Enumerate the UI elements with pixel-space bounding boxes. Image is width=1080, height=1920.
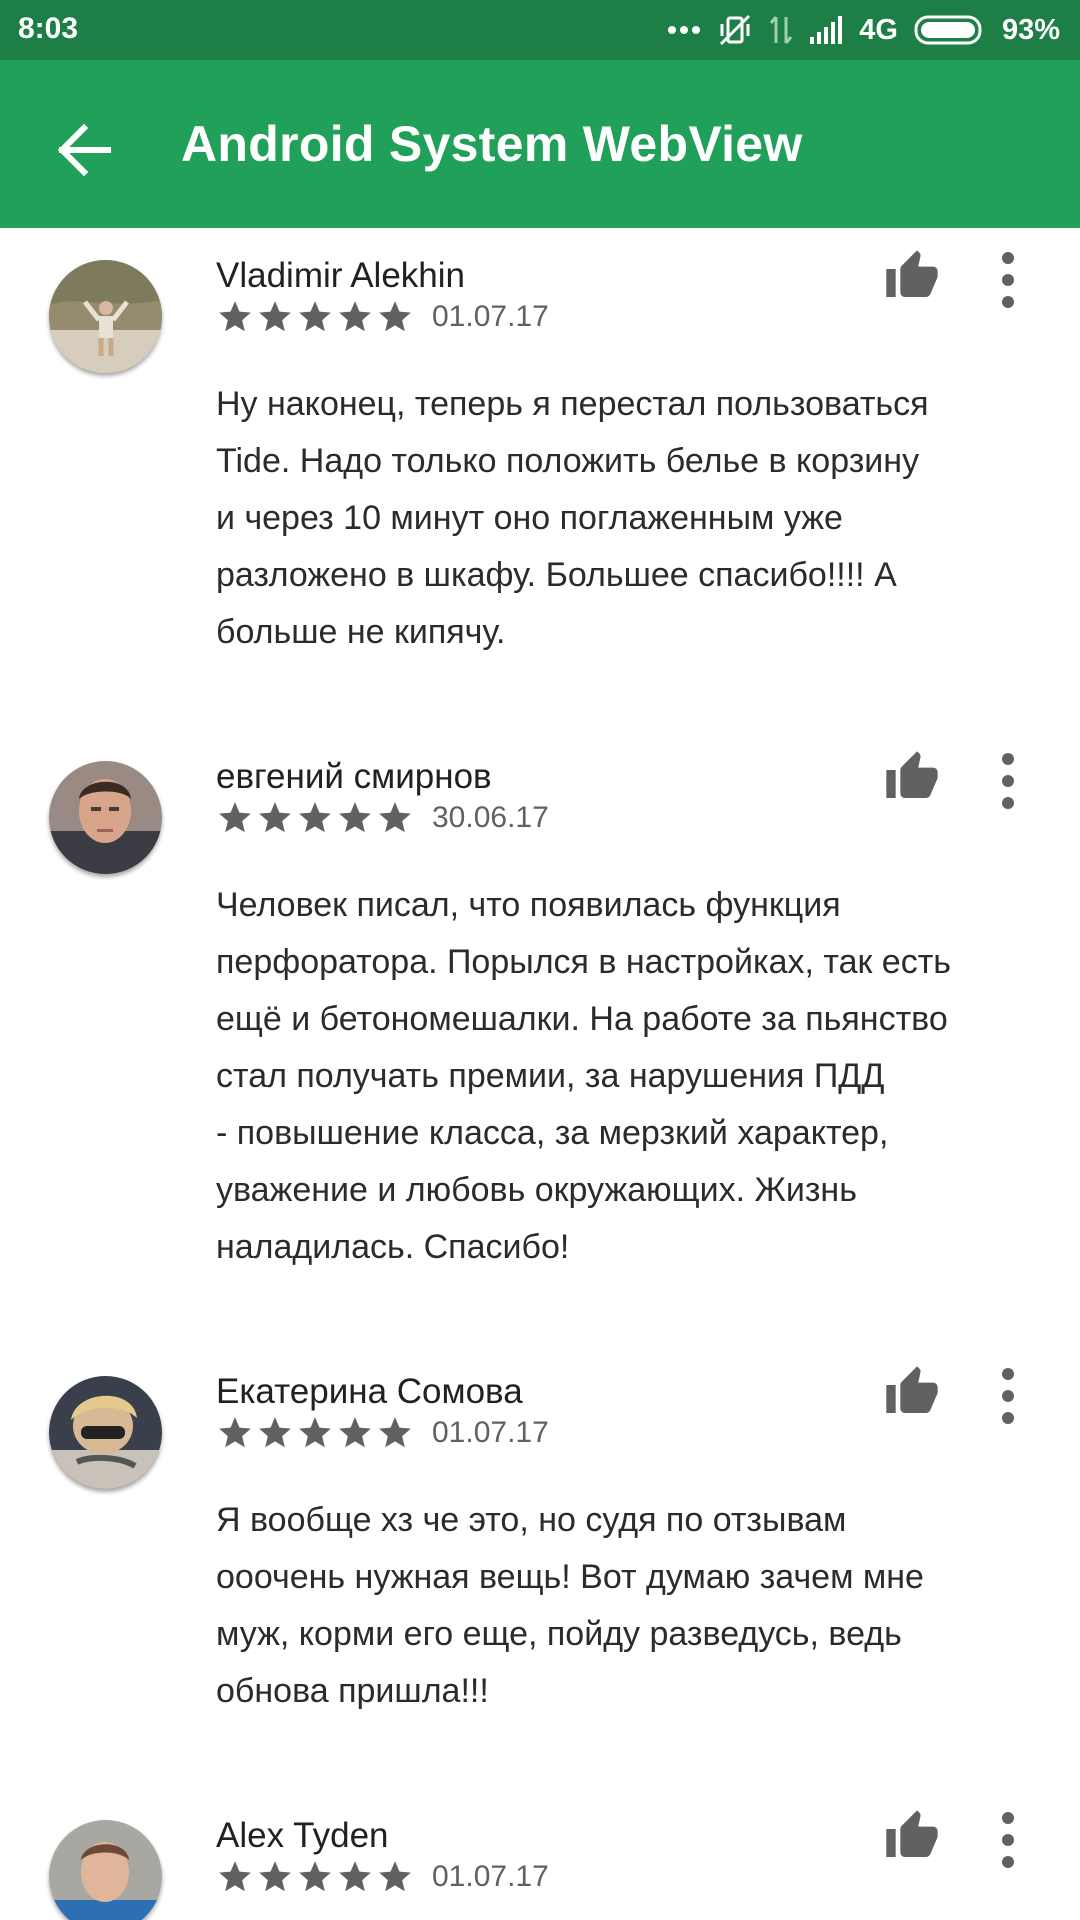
star-icon — [219, 802, 251, 833]
star-icon — [259, 1417, 291, 1448]
more-vert-icon — [1002, 252, 1014, 308]
star-icon — [379, 1417, 411, 1448]
reviewer-name: евгений смирнов — [216, 757, 492, 796]
star-icon — [379, 1861, 411, 1892]
star-icon — [339, 802, 371, 833]
helpful-button[interactable] — [884, 749, 940, 805]
battery-icon — [914, 15, 982, 45]
star-icon — [299, 301, 331, 332]
reviews-list: Vladimir Alekhin 01.07.17 Ну наконец, те… — [0, 228, 1080, 1920]
more-dots-icon — [668, 26, 701, 34]
star-icon — [259, 1861, 291, 1892]
star-icon — [259, 802, 291, 833]
star-icon — [299, 1417, 331, 1448]
rating-row: 01.07.17 — [216, 1414, 549, 1452]
more-vert-icon — [1002, 1368, 1014, 1424]
review-date: 01.07.17 — [432, 300, 549, 333]
review-date: 01.07.17 — [432, 1860, 549, 1893]
star-icon — [259, 301, 291, 332]
signal-icon — [810, 16, 843, 44]
reviewer-name: Alex Tyden — [216, 1816, 389, 1855]
more-options-button[interactable] — [988, 1366, 1028, 1426]
star-icon — [339, 1417, 371, 1448]
status-icons: 4G 93% — [667, 0, 1060, 60]
thumb-up-icon — [886, 1810, 938, 1857]
arrow-back-icon — [57, 123, 111, 177]
page-title: Android System WebView — [181, 116, 803, 172]
reviewer-name: Vladimir Alekhin — [216, 256, 465, 295]
rating-row: 01.07.17 — [216, 1858, 549, 1896]
back-button[interactable] — [44, 110, 124, 190]
star-icon — [379, 802, 411, 833]
star-icon — [219, 301, 251, 332]
avatar[interactable] — [49, 1820, 162, 1920]
thumb-up-icon — [886, 751, 938, 798]
star-icon — [299, 802, 331, 833]
star-rating — [216, 799, 414, 837]
more-vert-icon — [1002, 1812, 1014, 1868]
battery-percent: 93% — [1001, 13, 1060, 46]
review-text: Ну наконец, теперь я перестал пользовать… — [216, 385, 929, 651]
avatar[interactable] — [49, 260, 162, 373]
star-icon — [339, 301, 371, 332]
star-rating — [216, 1858, 414, 1896]
reviewer-name: Екатерина Сомова — [216, 1372, 523, 1411]
avatar[interactable] — [49, 1376, 162, 1489]
status-bar: 8:03 4G 93% — [0, 0, 1080, 60]
more-options-button[interactable] — [988, 1810, 1028, 1870]
review-date: 01.07.17 — [432, 1416, 549, 1449]
star-icon — [219, 1417, 251, 1448]
review-text: Я вообще хз че это, но судя по отзывам о… — [216, 1501, 924, 1710]
data-arrows-icon — [770, 16, 793, 44]
star-rating — [216, 298, 414, 336]
status-time: 8:03 — [18, 12, 79, 45]
review-text: Человек писал, что появилась функция пер… — [216, 886, 952, 1266]
star-icon — [379, 301, 411, 332]
app-bar: Android System WebView — [0, 60, 1080, 228]
helpful-button[interactable] — [884, 248, 940, 304]
star-icon — [339, 1861, 371, 1892]
more-options-button[interactable] — [988, 250, 1028, 310]
more-vert-icon — [1002, 753, 1014, 809]
thumb-up-icon — [886, 250, 938, 297]
star-icon — [299, 1861, 331, 1892]
avatar[interactable] — [49, 761, 162, 874]
more-options-button[interactable] — [988, 751, 1028, 811]
helpful-button[interactable] — [884, 1808, 940, 1864]
star-icon — [219, 1861, 251, 1892]
star-rating — [216, 1414, 414, 1452]
rating-row: 01.07.17 — [216, 298, 549, 336]
rating-row: 30.06.17 — [216, 799, 549, 837]
vibrate-off-icon — [720, 14, 751, 46]
review-date: 30.06.17 — [432, 801, 549, 834]
helpful-button[interactable] — [884, 1364, 940, 1420]
thumb-up-icon — [886, 1366, 938, 1413]
network-type: 4G — [859, 13, 898, 46]
